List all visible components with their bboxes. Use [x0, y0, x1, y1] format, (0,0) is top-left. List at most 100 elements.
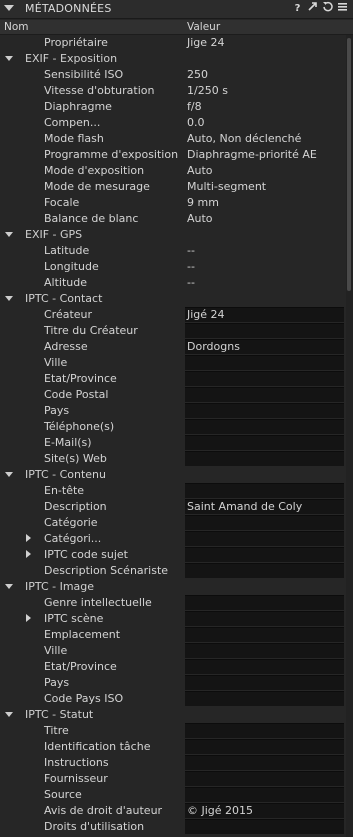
metadata-row: Compen... 0.0	[0, 115, 346, 131]
field-input[interactable]	[185, 595, 344, 610]
metadata-row: Programme d'exposition Diaphragme-priorit…	[0, 147, 346, 163]
section-header[interactable]: IPTC - Image	[0, 579, 346, 595]
field-label: Altitude	[44, 276, 87, 289]
section-header[interactable]: IPTC - Statut	[0, 707, 346, 723]
field-label: En-tête	[44, 484, 85, 497]
section-label: EXIF - GPS	[25, 228, 83, 241]
field-input[interactable]	[185, 563, 344, 578]
field-input[interactable]	[185, 371, 344, 386]
metadata-row: Titre	[0, 723, 346, 739]
field-label: Avis de droit d'auteur	[44, 804, 163, 817]
menu-icon[interactable]	[336, 1, 349, 16]
metadata-row: Instructions	[0, 755, 346, 771]
field-input[interactable]	[185, 739, 344, 754]
expand-row-icon[interactable]	[26, 614, 31, 622]
field-input[interactable]	[185, 515, 344, 530]
field-input[interactable]	[185, 771, 344, 786]
metadata-row: Latitude --	[0, 243, 346, 259]
field-label: Adresse	[44, 340, 88, 353]
metadata-row: Emplacement	[0, 627, 346, 643]
section-label: IPTC - Contact	[25, 292, 103, 305]
field-input[interactable]	[185, 435, 344, 450]
field-input[interactable]	[185, 675, 344, 690]
field-input[interactable]	[185, 691, 344, 706]
section-header[interactable]: EXIF - GPS	[0, 227, 346, 243]
field-label: Identification tâche	[44, 740, 151, 753]
metadata-row: Longitude --	[0, 259, 346, 275]
section-expand-icon[interactable]	[5, 56, 13, 61]
field-label: Ville	[44, 644, 68, 657]
section-expand-icon[interactable]	[5, 296, 13, 301]
expand-row-icon[interactable]	[26, 534, 31, 542]
field-input[interactable]	[185, 403, 344, 418]
metadata-row: Description Scénariste	[0, 563, 346, 579]
field-input[interactable]	[185, 755, 344, 770]
field-label: Catégorie	[44, 516, 98, 529]
metadata-row: IPTC scène	[0, 611, 346, 627]
field-value: Diaphragme-priorité AE	[187, 148, 317, 161]
field-input[interactable]	[185, 419, 344, 434]
field-input[interactable]	[185, 611, 344, 626]
field-label: IPTC scène	[44, 612, 104, 625]
field-input-value: Dordogns	[187, 340, 240, 353]
section-expand-icon[interactable]	[5, 712, 13, 717]
field-input[interactable]	[185, 451, 344, 466]
collapse-panel-icon[interactable]	[4, 5, 14, 11]
metadata-row: Genre intellectuelle	[0, 595, 346, 611]
metadata-row: Diaphragme f/8	[0, 99, 346, 115]
section-header[interactable]: IPTC - Contenu	[0, 467, 346, 483]
metadata-row: Description Saint Amand de Coly	[0, 499, 346, 515]
field-label: Pays	[44, 404, 70, 417]
expand-row-icon[interactable]	[26, 550, 31, 558]
metadata-row: IPTC code sujet	[0, 547, 346, 563]
field-value: Jige 24	[187, 36, 225, 49]
column-value-header[interactable]: Valeur	[187, 21, 220, 33]
field-input[interactable]: Jigé 24	[185, 307, 344, 322]
section-expand-icon[interactable]	[5, 584, 13, 589]
field-input[interactable]	[185, 483, 344, 498]
field-input[interactable]	[185, 787, 344, 802]
expand-icon[interactable]	[306, 1, 319, 16]
section-expand-icon[interactable]	[5, 232, 13, 237]
metadata-row: Mode de mesurage Multi-segment	[0, 179, 346, 195]
field-label: Etat/Province	[44, 660, 117, 673]
field-input[interactable]: © Jigé 2015	[185, 803, 344, 818]
field-label: Vitesse d'obturation	[44, 84, 155, 97]
field-input[interactable]	[185, 723, 344, 738]
scrollbar[interactable]	[346, 35, 353, 837]
field-input[interactable]	[185, 659, 344, 674]
metadata-row: Pays	[0, 675, 346, 691]
field-input[interactable]	[185, 627, 344, 642]
section-header[interactable]: EXIF - Exposition	[0, 51, 346, 67]
field-input[interactable]	[185, 531, 344, 546]
help-icon[interactable]: ?	[291, 1, 304, 16]
field-input[interactable]	[185, 547, 344, 562]
section-expand-icon[interactable]	[5, 472, 13, 477]
field-label: Code Postal	[44, 388, 109, 401]
field-input[interactable]	[185, 819, 344, 834]
field-input-value: Saint Amand de Coly	[187, 500, 303, 513]
metadata-row: Adresse Dordogns	[0, 339, 346, 355]
field-input[interactable]	[185, 643, 344, 658]
field-input[interactable]: Dordogns	[185, 339, 344, 354]
section-header[interactable]: IPTC - Contact	[0, 291, 346, 307]
metadata-row: Ville	[0, 643, 346, 659]
field-label: Latitude	[44, 244, 90, 257]
field-label: Pays	[44, 676, 70, 689]
column-name-header[interactable]: Nom	[4, 21, 29, 33]
metadata-row: Droits d'utilisation	[0, 819, 346, 835]
metadata-row: Identification tâche	[0, 739, 346, 755]
reset-icon[interactable]	[321, 1, 334, 16]
metadata-row: Fournisseur	[0, 771, 346, 787]
metadata-row: Code Postal	[0, 387, 346, 403]
field-input[interactable]	[185, 323, 344, 338]
field-value: Multi-segment	[187, 180, 267, 193]
field-value: Auto, Non déclenché	[187, 132, 302, 145]
field-value: --	[187, 244, 195, 257]
scrollbar-thumb[interactable]	[347, 38, 351, 291]
metadata-row: Source	[0, 787, 346, 803]
field-input[interactable]	[185, 355, 344, 370]
field-input[interactable]	[185, 387, 344, 402]
field-value: 250	[187, 68, 208, 81]
field-input[interactable]: Saint Amand de Coly	[185, 499, 344, 514]
